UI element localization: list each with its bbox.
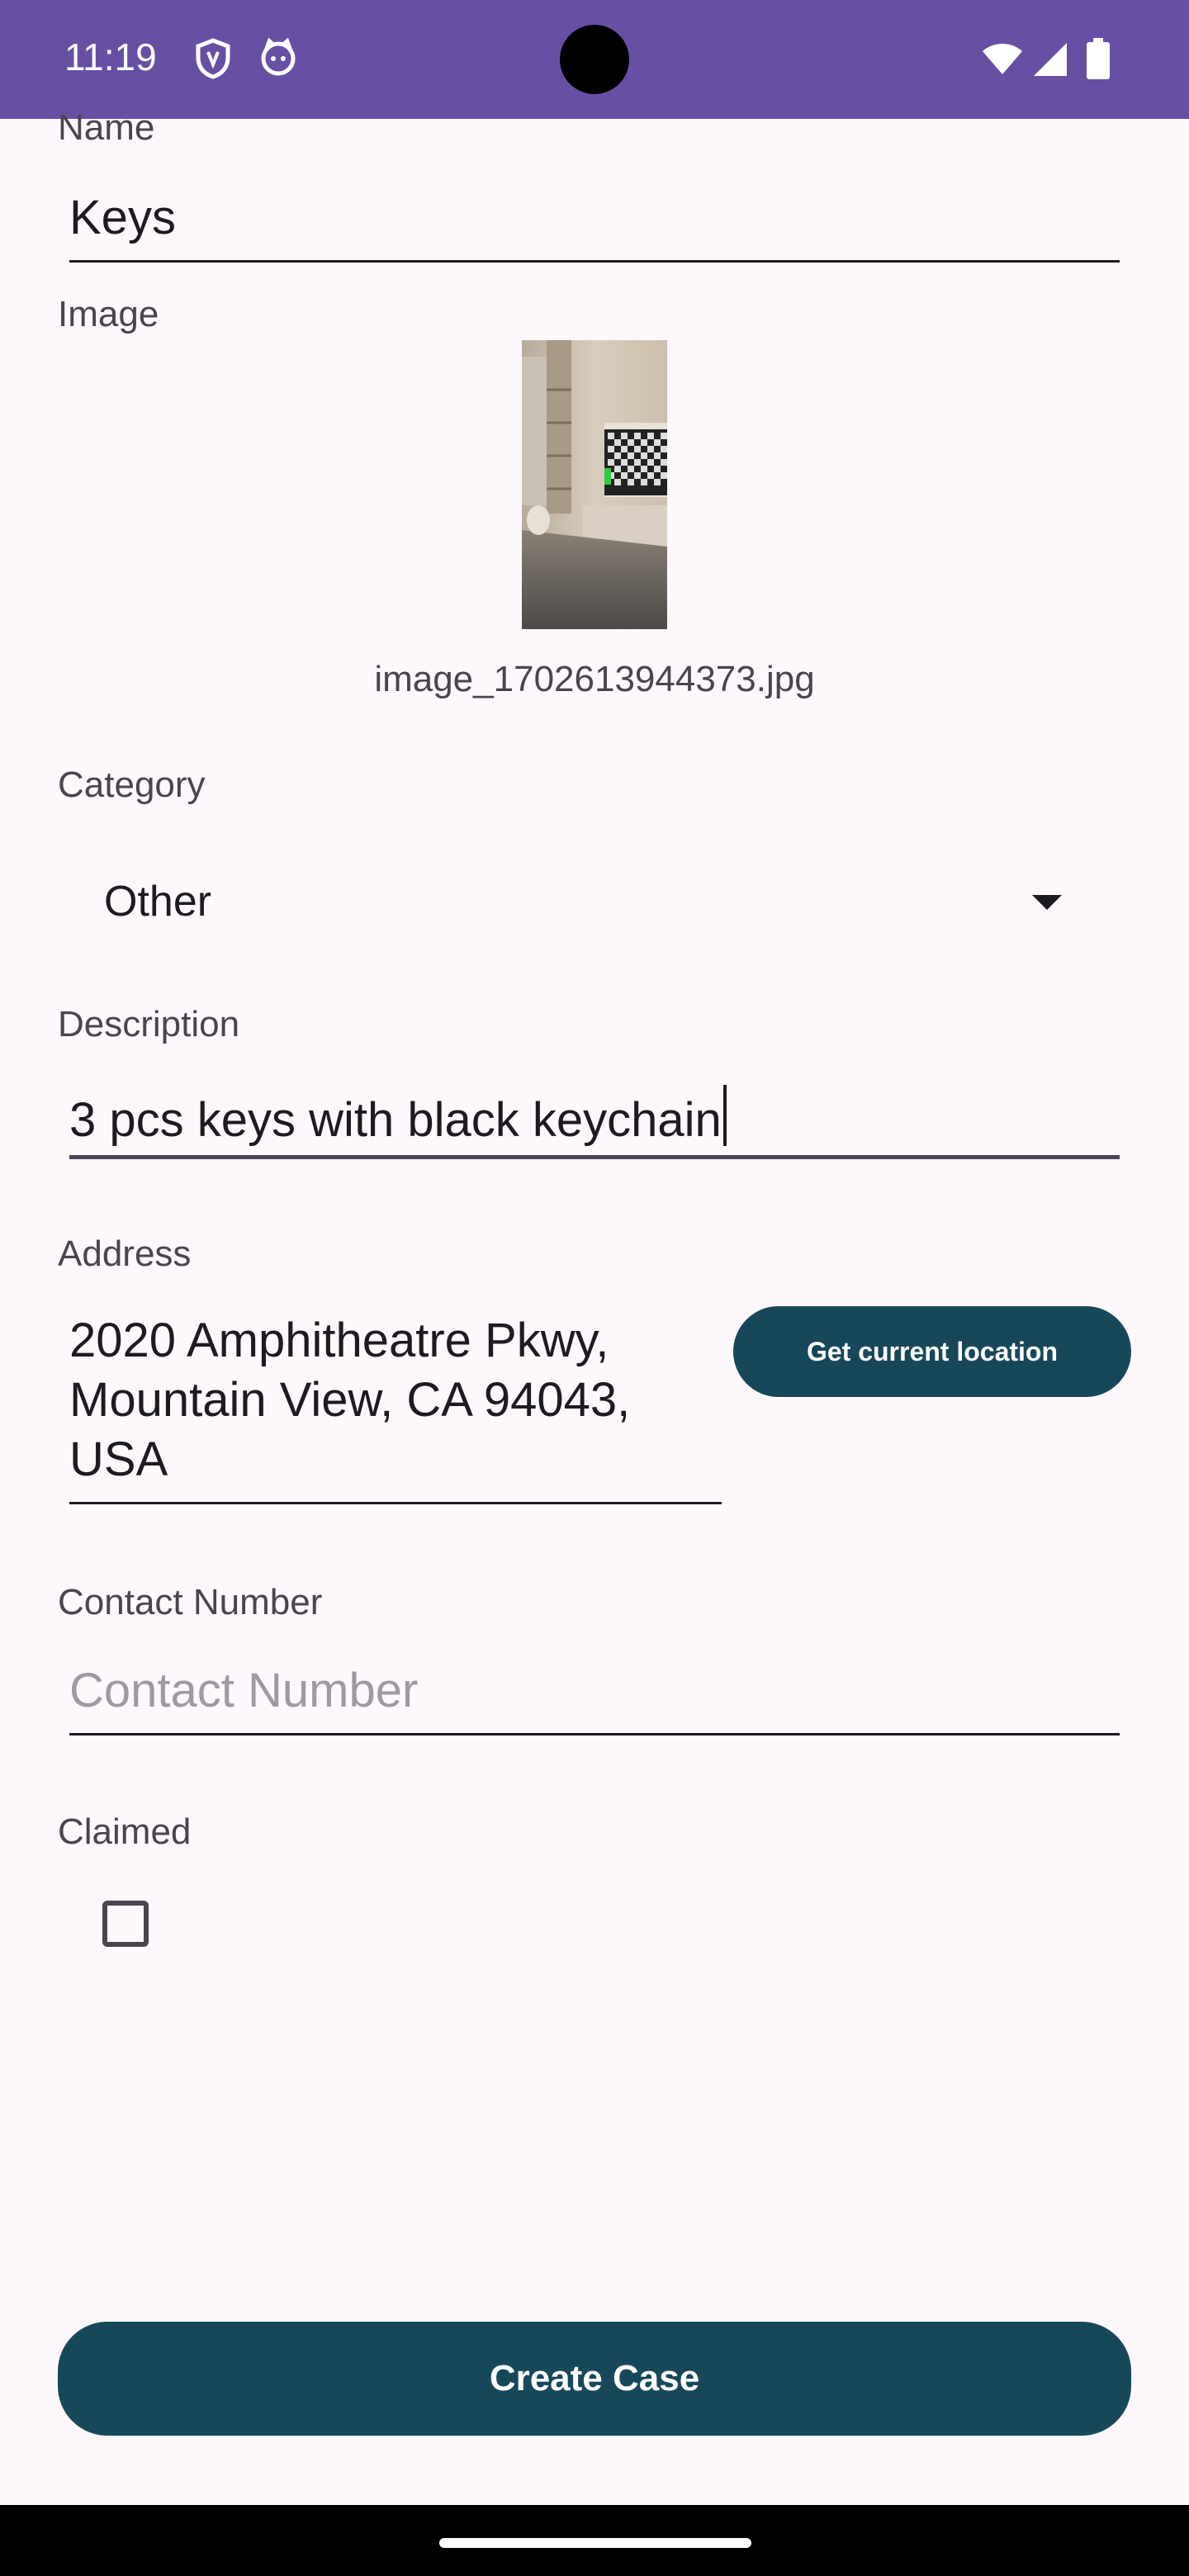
image-label: Image xyxy=(58,294,159,334)
claimed-checkbox[interactable] xyxy=(102,1901,149,1947)
home-indicator[interactable] xyxy=(439,2538,751,2548)
create-case-label: Create Case xyxy=(489,2358,700,2398)
create-case-button[interactable]: Create Case xyxy=(58,2322,1131,2436)
contact-number-label: Contact Number xyxy=(58,1582,323,1622)
description-input[interactable]: 3 pcs keys with black keychain xyxy=(69,1085,1120,1159)
address-label: Address xyxy=(58,1234,192,1274)
wifi-icon xyxy=(983,44,1022,74)
name-value: Keys xyxy=(69,191,176,244)
image-thumbnail[interactable] xyxy=(522,340,667,629)
get-current-location-label: Get current location xyxy=(806,1336,1059,1366)
image-file-name: image_1702613944373.jpg xyxy=(374,659,815,699)
category-label: Category xyxy=(58,765,206,805)
battery-icon xyxy=(1087,38,1110,79)
description-value: 3 pcs keys with black keychain xyxy=(69,1093,722,1147)
shield-icon xyxy=(196,38,230,79)
address-input[interactable]: 2020 Amphitheatre Pkwy, Mountain View, C… xyxy=(69,1311,722,1504)
text-cursor xyxy=(722,1085,727,1146)
contact-number-input[interactable]: Contact Number xyxy=(69,1663,1120,1735)
category-selected-value: Other xyxy=(104,878,212,926)
name-label: Name xyxy=(58,107,155,148)
status-bar: 11:19 xyxy=(0,0,1189,119)
front-camera xyxy=(560,25,629,94)
claimed-label: Claimed xyxy=(58,1811,192,1852)
contact-number-placeholder: Contact Number xyxy=(69,1664,419,1717)
status-time: 11:19 xyxy=(64,36,157,78)
name-input[interactable]: Keys xyxy=(69,190,1120,263)
room-photo-image xyxy=(522,340,667,629)
cellular-signal-icon xyxy=(1034,43,1067,76)
description-label: Description xyxy=(58,1004,240,1044)
address-line-2: Mountain View, CA 94043, xyxy=(69,1373,631,1427)
get-current-location-button[interactable]: Get current location xyxy=(733,1306,1131,1397)
category-dropdown[interactable]: Other xyxy=(104,877,1062,931)
cat-face-icon xyxy=(261,38,296,76)
dropdown-arrow-icon xyxy=(1032,895,1062,910)
address-line-1: 2020 Amphitheatre Pkwy, xyxy=(69,1314,609,1367)
address-line-3: USA xyxy=(69,1432,168,1486)
